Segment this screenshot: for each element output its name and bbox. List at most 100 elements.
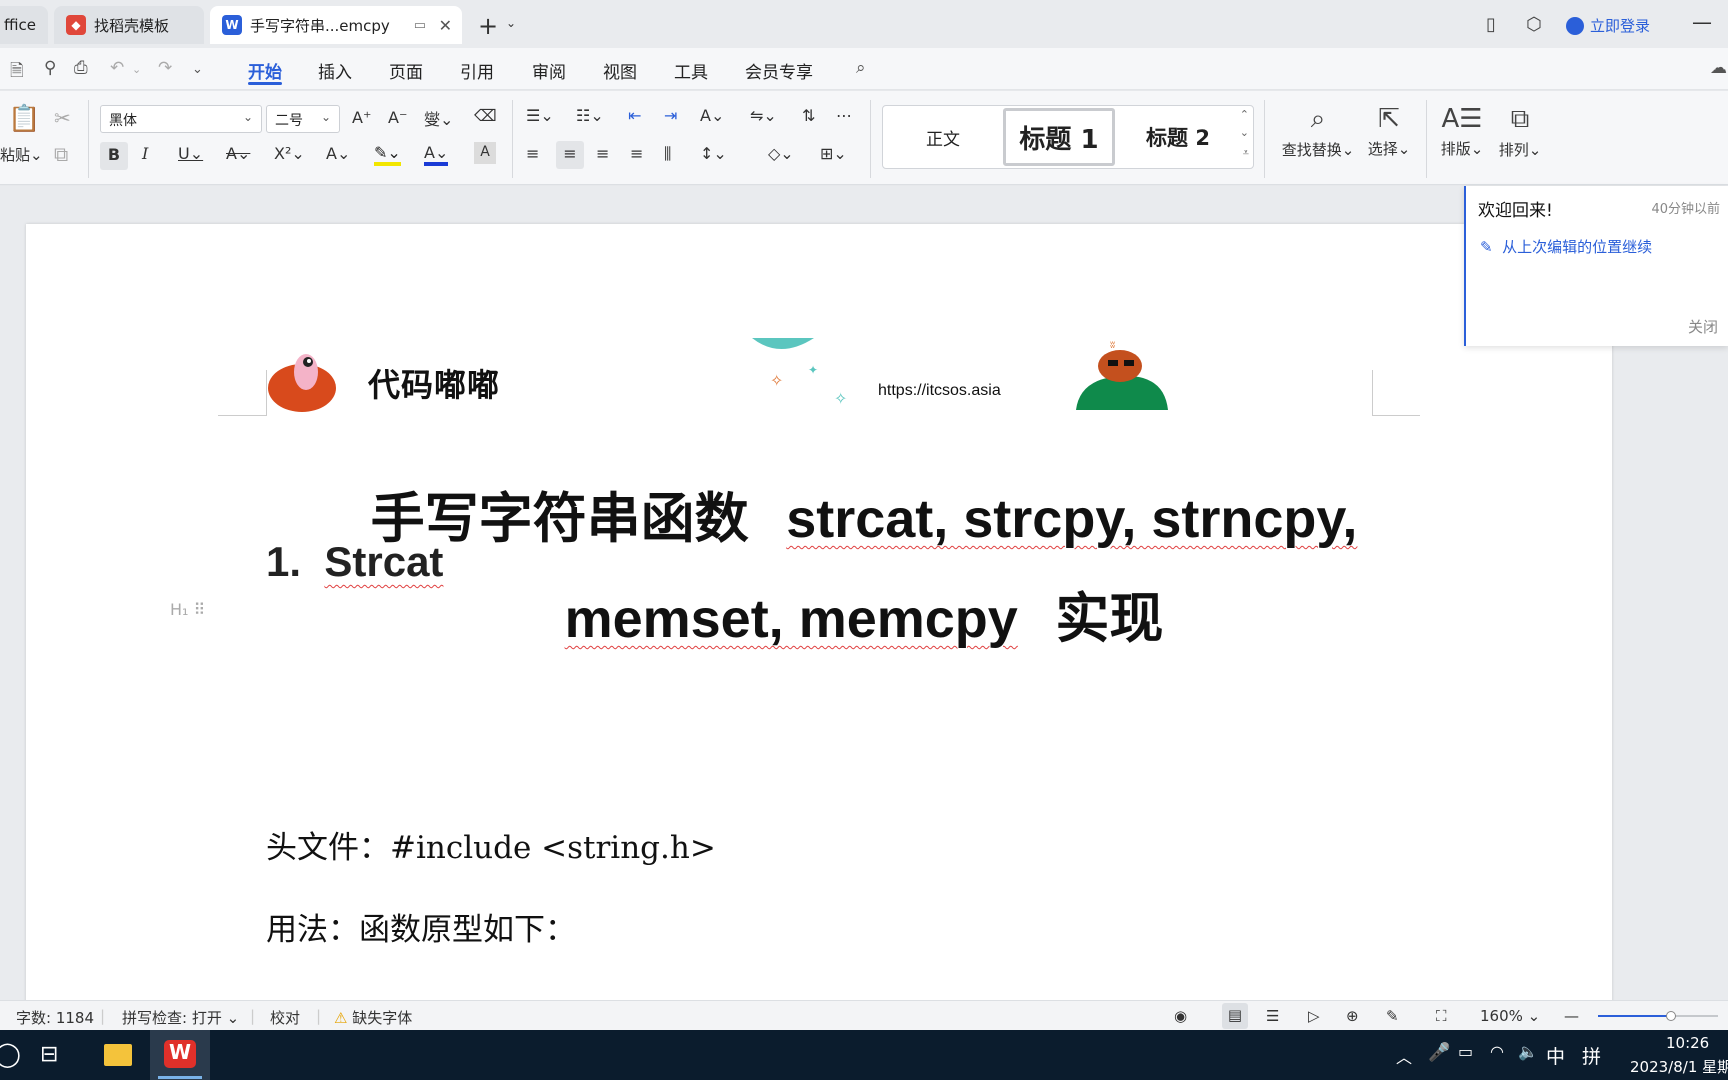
outline-view-icon[interactable]: ☰: [1266, 1007, 1279, 1025]
menu-tools[interactable]: 工具: [674, 58, 708, 83]
print-preview-icon[interactable]: ⎙: [74, 58, 88, 78]
line-spacing-icon[interactable]: ↕⌄: [700, 144, 727, 163]
zoom-level[interactable]: 160% ⌄: [1480, 1007, 1540, 1025]
page-view-icon[interactable]: ▤: [1222, 1003, 1248, 1029]
arrange-button[interactable]: ⧉ 排列⌄: [1496, 104, 1544, 160]
ime-mode[interactable]: 拼: [1582, 1042, 1601, 1069]
increase-font-icon[interactable]: A⁺: [352, 108, 371, 127]
superscript-icon[interactable]: X²⌄: [274, 144, 305, 163]
font-name-select[interactable]: 黑体 ⌄: [100, 105, 262, 133]
outdent-icon[interactable]: ⇤: [628, 106, 641, 125]
login-button[interactable]: 立即登录: [1566, 15, 1650, 36]
word-count[interactable]: 字数: 1184: [16, 1007, 94, 1028]
font-size-select[interactable]: 二号 ⌄: [266, 105, 340, 133]
chevron-down-icon[interactable]: ⌄: [132, 63, 141, 76]
search-icon[interactable]: ◯: [0, 1040, 21, 1068]
distribute-icon[interactable]: ⫼: [664, 144, 671, 164]
spellcheck-toggle[interactable]: 拼写检查: 打开 ⌄: [122, 1007, 239, 1028]
redo-icon[interactable]: ↷: [158, 58, 172, 78]
heading-marker-icon[interactable]: H₁ ⠿: [170, 600, 205, 619]
style-heading-1[interactable]: 标题 1: [1003, 108, 1115, 166]
save-icon[interactable]: 🗎: [10, 58, 24, 87]
file-explorer-icon[interactable]: [96, 1036, 140, 1076]
show-marks-icon[interactable]: ⋯: [836, 106, 852, 125]
play-icon[interactable]: ▷: [1308, 1007, 1320, 1025]
bullet-list-icon[interactable]: ☰⌄: [526, 106, 554, 125]
web-view-icon[interactable]: ⊕: [1346, 1007, 1359, 1025]
shading-icon[interactable]: ◇⌄: [768, 144, 794, 163]
task-view-icon[interactable]: ⊟: [40, 1042, 58, 1067]
tab-template[interactable]: ◆ 找稻壳模板: [54, 6, 204, 44]
highlight-icon[interactable]: ✎⌄: [374, 144, 401, 166]
missing-font-button[interactable]: ⚠ 缺失字体: [334, 1007, 412, 1028]
layout-icon[interactable]: ▯: [1486, 14, 1496, 35]
copy-icon[interactable]: ⧉: [54, 142, 68, 166]
volume-icon[interactable]: 🔈: [1518, 1042, 1538, 1061]
menu-member[interactable]: 会员专享: [745, 58, 813, 83]
continue-editing-link[interactable]: ✎ 从上次编辑的位置继续: [1480, 236, 1652, 257]
style-heading-2[interactable]: 标题 2: [1123, 106, 1233, 168]
menu-review[interactable]: 审阅: [532, 58, 566, 83]
zoom-slider[interactable]: [1598, 1011, 1718, 1021]
tab-document[interactable]: W 手写字符串...emcpy ▭ ✕: [210, 6, 462, 44]
brush-icon[interactable]: ⚲: [44, 58, 56, 78]
menu-insert[interactable]: 插入: [318, 58, 352, 83]
scroll-down-icon[interactable]: ⌄: [1240, 126, 1249, 139]
search-icon[interactable]: ⌕: [856, 58, 866, 78]
battery-icon[interactable]: ▭: [1458, 1042, 1473, 1061]
menu-page[interactable]: 页面: [389, 58, 423, 83]
convert-icon[interactable]: ⇋⌄: [750, 106, 777, 125]
close-icon[interactable]: ✕: [439, 16, 452, 35]
chevron-down-icon[interactable]: ⌄: [506, 16, 516, 30]
find-replace-button[interactable]: ⌕ 查找替换⌄: [1278, 104, 1358, 160]
clear-format-icon[interactable]: ⌫: [474, 106, 497, 125]
clock-date[interactable]: 2023/8/1 星期: [1630, 1056, 1728, 1077]
text-effect-icon[interactable]: A⌄: [326, 144, 350, 163]
proofread-button[interactable]: 校对: [270, 1007, 300, 1028]
minimize-icon[interactable]: —: [1692, 10, 1712, 34]
strikethrough-icon[interactable]: A⌄: [226, 144, 250, 163]
undo-icon[interactable]: ↶: [110, 58, 124, 78]
indent-icon[interactable]: ⇥: [664, 106, 677, 125]
pen-icon[interactable]: ✎: [1386, 1007, 1399, 1025]
font-color-icon[interactable]: A⌄: [424, 144, 449, 166]
menu-view[interactable]: 视图: [603, 58, 637, 83]
italic-icon[interactable]: I: [142, 144, 148, 163]
paste-button[interactable]: 粘贴⌄: [0, 144, 43, 165]
microphone-icon[interactable]: 🎤: [1428, 1042, 1450, 1063]
menu-home[interactable]: 开始: [248, 58, 282, 83]
eye-icon[interactable]: ◉: [1174, 1007, 1187, 1025]
fit-page-icon[interactable]: ⛶: [1436, 1007, 1447, 1025]
zoom-slider-handle[interactable]: [1666, 1011, 1676, 1021]
new-tab-icon[interactable]: +: [478, 12, 498, 40]
cloud-icon[interactable]: ☁: [1710, 58, 1727, 78]
cube-icon[interactable]: ⬡: [1526, 14, 1542, 35]
bold-icon[interactable]: B: [100, 142, 128, 170]
border-icon[interactable]: ⊞⌄: [820, 144, 847, 163]
chevron-up-icon[interactable]: ︿: [1396, 1044, 1412, 1068]
layout-button[interactable]: A☰ 排版⌄: [1438, 104, 1486, 159]
text-direction-icon[interactable]: A⌄: [700, 106, 724, 125]
justify-icon[interactable]: ≡: [630, 144, 643, 163]
notif-close-button[interactable]: 关闭: [1688, 316, 1718, 337]
ime-language[interactable]: 中: [1546, 1042, 1565, 1069]
numbered-list-icon[interactable]: ☷⌄: [576, 106, 604, 125]
wifi-icon[interactable]: ◠: [1490, 1042, 1504, 1061]
underline-icon[interactable]: U⌄: [178, 144, 203, 163]
style-normal[interactable]: 正文: [883, 106, 1003, 168]
align-right-icon[interactable]: ≡: [596, 144, 609, 163]
sort-icon[interactable]: ⇅: [802, 106, 815, 125]
more-chevron-icon[interactable]: ⌄: [192, 62, 203, 77]
tab-office[interactable]: ffice: [0, 6, 48, 44]
wps-taskbar-button[interactable]: W: [150, 1030, 210, 1080]
monitor-icon[interactable]: ▭: [414, 18, 426, 33]
char-shading-icon[interactable]: A: [474, 142, 496, 164]
align-center-icon[interactable]: ≡: [556, 141, 584, 169]
scroll-up-icon[interactable]: ⌃: [1240, 108, 1249, 121]
phonetic-icon[interactable]: 燮⌄: [424, 106, 453, 130]
select-button[interactable]: ⇱ 选择⌄: [1364, 104, 1414, 159]
cut-icon[interactable]: ✂: [54, 106, 71, 130]
menu-references[interactable]: 引用: [460, 58, 494, 83]
clock-time[interactable]: 10:26: [1666, 1034, 1709, 1052]
expand-styles-icon[interactable]: ⩡: [1243, 146, 1249, 160]
